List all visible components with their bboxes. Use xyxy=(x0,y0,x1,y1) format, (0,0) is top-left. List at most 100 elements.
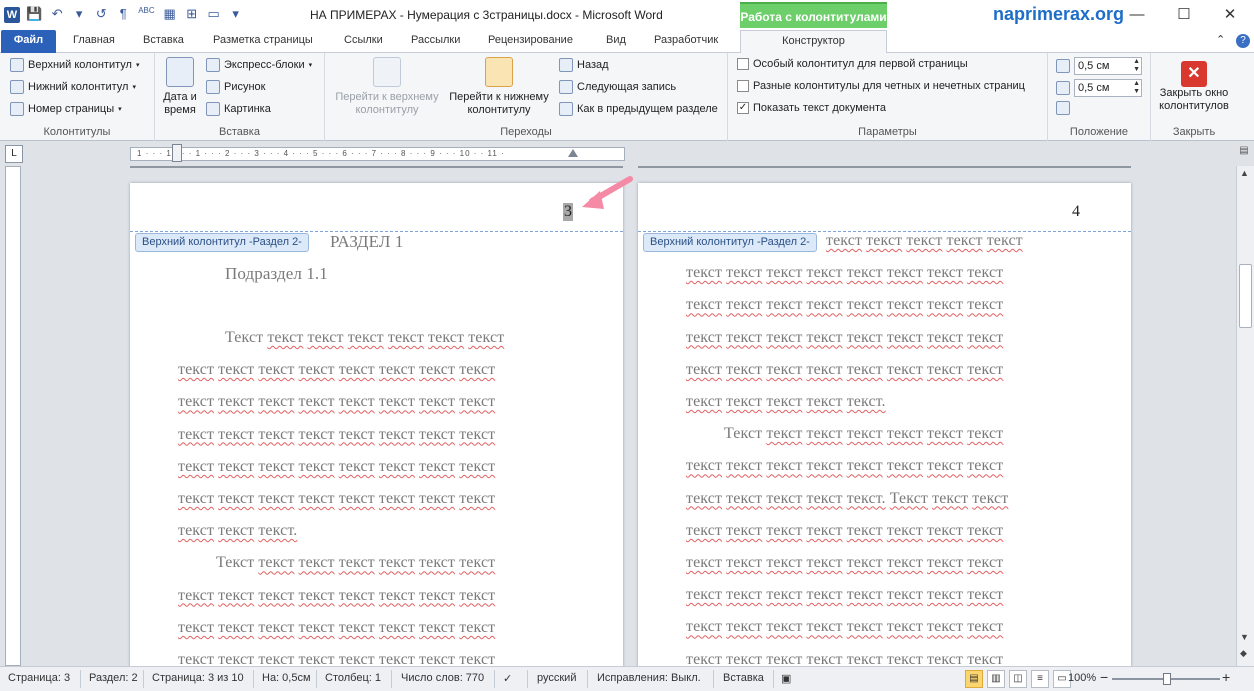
spelling-status-icon[interactable]: ✓ xyxy=(503,672,512,685)
next-button[interactable]: Следующая запись xyxy=(559,80,676,94)
status-page[interactable]: Страница: 3 xyxy=(8,672,70,684)
scroll-thumb[interactable] xyxy=(1239,264,1252,328)
vertical-scrollbar[interactable]: ▲ ▼ ◆ xyxy=(1236,166,1254,666)
zoom-in-icon[interactable]: + xyxy=(1222,669,1230,685)
group-label: Колонтитулы xyxy=(43,126,111,138)
header-section-tag: Верхний колонтитул -Раздел 2- xyxy=(643,233,817,252)
layout-icon[interactable]: ⊞ xyxy=(185,6,199,22)
status-page-of[interactable]: Страница: 3 из 10 xyxy=(152,672,244,684)
page-number-field[interactable]: 3 xyxy=(563,203,573,221)
picture-button[interactable]: Рисунок xyxy=(206,80,266,94)
footer-button[interactable]: Нижний колонтитул ▾ xyxy=(10,80,136,94)
alignment-tab-icon xyxy=(1056,101,1070,115)
right-indent-icon[interactable] xyxy=(568,147,578,157)
tab-mailings[interactable]: Рассылки xyxy=(411,30,460,53)
link-to-previous-button[interactable]: Как в предыдущем разделе xyxy=(559,102,718,116)
pilcrow-icon[interactable]: ¶ xyxy=(116,6,130,22)
title-bar: W 💾 ↶ ▾ ↺ ¶ ABC ▦ ⊞ ▭ ▾ НА ПРИМЕРАХ - Ну… xyxy=(0,0,1254,30)
macro-record-icon[interactable]: ▣ xyxy=(781,672,791,685)
save-icon[interactable]: 💾 xyxy=(26,6,42,22)
status-vertical-position[interactable]: На: 0,5см xyxy=(262,672,311,684)
close-header-footer-button[interactable]: ✕ Закрыть окно колонтитулов xyxy=(1153,61,1235,113)
quick-access-toolbar: 💾 ↶ ▾ ↺ ¶ ABC ▦ ⊞ ▭ ▾ xyxy=(26,6,243,22)
ribbon-tabs: Файл Главная Вставка Разметка страницы С… xyxy=(0,30,1254,54)
text-line: текст текст текст текст текст текст текс… xyxy=(686,521,1004,539)
footer-position-input[interactable]: 0,5 см ▲ ▼ xyxy=(1074,79,1142,97)
tab-home[interactable]: Главная xyxy=(73,30,115,53)
status-section[interactable]: Раздел: 2 xyxy=(89,672,138,684)
status-track-changes[interactable]: Исправления: Выкл. xyxy=(597,672,701,684)
tab-view[interactable]: Вид xyxy=(606,30,626,53)
maximize-button[interactable]: ☐ xyxy=(1172,4,1196,26)
status-column[interactable]: Столбец: 1 xyxy=(325,672,381,684)
status-word-count[interactable]: Число слов: 770 xyxy=(401,672,484,684)
tab-review[interactable]: Рецензирование xyxy=(488,30,573,53)
help-icon[interactable]: ? xyxy=(1236,34,1250,48)
header-position-input[interactable]: 0,5 см ▲ ▼ xyxy=(1074,57,1142,75)
clipart-button[interactable]: Картинка xyxy=(206,102,271,116)
minimize-button[interactable]: — xyxy=(1125,4,1149,26)
goto-footer-icon xyxy=(485,57,513,87)
undo-dropdown-icon[interactable]: ▾ xyxy=(72,6,86,22)
horizontal-ruler[interactable]: 1 · · · 1 · · · 1 · · · 2 · · · 3 · · · … xyxy=(130,147,625,161)
spelling-icon[interactable]: ABC xyxy=(138,6,154,22)
goto-footer-button[interactable]: Перейти к нижнему колонтитулу xyxy=(443,57,555,117)
undo-icon[interactable]: ↶ xyxy=(50,6,64,22)
goto-header-button[interactable]: Перейти к верхнему колонтитулу xyxy=(331,57,443,117)
page-number-field[interactable]: 4 xyxy=(1072,203,1080,221)
tab-developer[interactable]: Разработчик xyxy=(654,30,718,53)
date-time-button[interactable]: Дата и время xyxy=(160,57,200,117)
text-line: текст текст текст текст текст текст текс… xyxy=(686,328,1004,346)
tab-insert[interactable]: Вставка xyxy=(143,30,184,53)
collapse-ribbon-icon[interactable]: ⌃ xyxy=(1216,30,1230,53)
page-nav-icon[interactable]: ◆ xyxy=(1240,648,1247,659)
close-window-button[interactable]: ✕ xyxy=(1218,4,1242,26)
outline-icon[interactable]: ≡ xyxy=(1031,670,1049,688)
table-icon[interactable]: ▦ xyxy=(163,6,177,22)
different-first-page-checkbox[interactable]: Особый колонтитул для первой страницы xyxy=(737,58,968,70)
zoom-out-icon[interactable]: − xyxy=(1100,669,1108,685)
web-layout-icon[interactable]: ◫ xyxy=(1009,670,1027,688)
tab-file[interactable]: Файл xyxy=(1,30,56,53)
customize-qat-icon[interactable]: ▾ xyxy=(229,6,243,22)
scroll-up-icon[interactable]: ▲ xyxy=(1240,168,1249,178)
previous-button[interactable]: Назад xyxy=(559,58,609,72)
text-line: текст текст текст текст текст текст текс… xyxy=(686,457,1004,475)
show-document-text-checkbox[interactable]: ✓ Показать текст документа xyxy=(737,102,886,114)
word-app-icon[interactable]: W xyxy=(4,7,20,23)
tab-selector[interactable]: L xyxy=(5,145,23,163)
group-navigation: Перейти к верхнему колонтитулу Перейти к… xyxy=(325,53,728,141)
insert-alignment-tab[interactable] xyxy=(1056,101,1070,115)
tab-design[interactable]: Конструктор xyxy=(740,30,887,54)
status-bar: Страница: 3 Раздел: 2 Страница: 3 из 10 … xyxy=(0,666,1254,691)
spin-arrows-icon[interactable]: ▲ ▼ xyxy=(1133,80,1140,96)
text-line: текст текст текст текст текст текст текс… xyxy=(178,457,496,475)
header-icon xyxy=(10,58,24,72)
view-ruler-icon[interactable]: ▤ xyxy=(1236,145,1252,163)
status-language[interactable]: русский xyxy=(537,672,576,684)
full-screen-reading-icon[interactable]: ▥ xyxy=(987,670,1005,688)
text-line: текст текст текст текст текст текст текс… xyxy=(178,586,496,604)
subsection-heading: Подраздел 1.1 xyxy=(225,264,328,283)
group-label: Закрыть xyxy=(1172,126,1216,138)
header-button[interactable]: Верхний колонтитул ▾ xyxy=(10,58,139,72)
text-line: текст текст текст текст текст. xyxy=(686,393,886,410)
footer-from-bottom: 0,5 см ▲ ▼ xyxy=(1056,79,1142,97)
spin-arrows-icon[interactable]: ▲ ▼ xyxy=(1133,58,1140,74)
new-doc-icon[interactable]: ▭ xyxy=(207,6,221,22)
tab-references[interactable]: Ссылки xyxy=(344,30,383,53)
different-odd-even-checkbox[interactable]: Разные колонтитулы для четных и нечетных… xyxy=(737,80,1025,92)
checkbox-icon xyxy=(737,80,749,92)
status-insert-mode[interactable]: Вставка xyxy=(723,672,764,684)
next-icon xyxy=(559,80,573,94)
zoom-slider-thumb[interactable] xyxy=(1163,673,1171,685)
zoom-level[interactable]: 100% xyxy=(1068,672,1096,684)
print-layout-icon[interactable]: ▤ xyxy=(965,670,983,688)
redo-icon[interactable]: ↺ xyxy=(94,6,108,22)
vertical-ruler[interactable] xyxy=(5,166,21,666)
quick-parts-button[interactable]: Экспресс-блоки ▾ xyxy=(206,58,312,72)
tab-page-layout[interactable]: Разметка страницы xyxy=(213,30,313,53)
indent-marker-icon[interactable] xyxy=(172,144,182,162)
scroll-down-icon[interactable]: ▼ xyxy=(1240,632,1249,642)
page-number-button[interactable]: Номер страницы ▾ xyxy=(10,102,122,116)
